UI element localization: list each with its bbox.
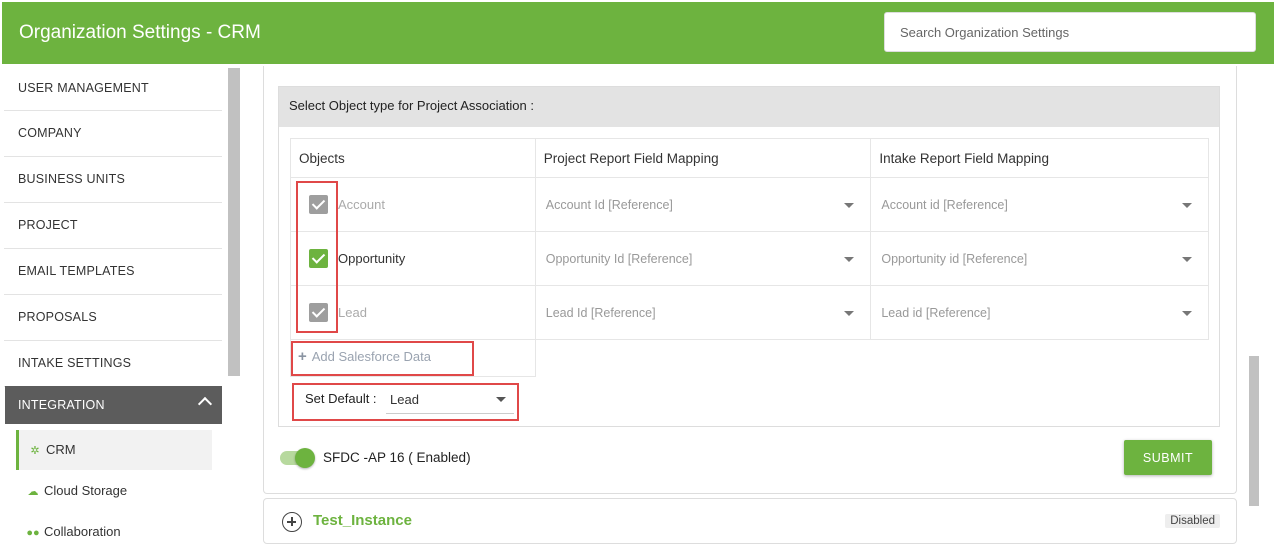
- intake-mapping-select[interactable]: Opportunity id [Reference]: [870, 231, 1209, 286]
- intake-mapping-select[interactable]: Lead id [Reference]: [870, 285, 1209, 340]
- sidebar-item-label: INTEGRATION: [18, 398, 105, 412]
- gears-icon: ✲: [30, 445, 40, 457]
- caret-down-icon: [844, 257, 855, 262]
- sidebar: USER MANAGEMENT COMPANY BUSINESS UNITS P…: [4, 66, 228, 547]
- sidebar-subitem-cloud-storage[interactable]: ☁ Cloud Storage: [16, 471, 212, 511]
- sidebar-item-email-templates[interactable]: EMAIL TEMPLATES: [4, 249, 222, 295]
- table-row: Account Account Id [Reference] Account i…: [290, 177, 1209, 232]
- select-value: Lead id [Reference]: [881, 306, 991, 320]
- object-mapping-table: Objects Project Report Field Mapping Int…: [290, 138, 1209, 340]
- instance-enabled-toggle[interactable]: [280, 448, 315, 468]
- toggle-knob: [295, 448, 315, 468]
- submit-button[interactable]: SUBMIT: [1124, 440, 1212, 475]
- select-value: Opportunity id [Reference]: [881, 252, 1028, 266]
- instance-status-label: SFDC -AP 16 ( Enabled): [323, 450, 471, 465]
- sidebar-scrollbar[interactable]: [228, 68, 240, 376]
- sidebar-item-user-management[interactable]: USER MANAGEMENT: [4, 66, 222, 111]
- highlight-set-default: [292, 383, 519, 421]
- sidebar-item-company[interactable]: COMPANY: [4, 111, 222, 157]
- project-mapping-select[interactable]: Lead Id [Reference]: [534, 285, 872, 340]
- sidebar-subitem-label: CRM: [46, 442, 76, 457]
- instance-row[interactable]: Test_Instance Disabled: [263, 498, 1237, 544]
- column-header-intake-mapping: Intake Report Field Mapping: [870, 138, 1209, 178]
- caret-down-icon: [844, 311, 855, 316]
- sidebar-item-project[interactable]: PROJECT: [4, 203, 222, 249]
- select-value: Account id [Reference]: [881, 198, 1008, 212]
- status-badge: Disabled: [1165, 514, 1220, 528]
- page-title: Organization Settings - CRM: [19, 22, 261, 43]
- table-header-row: Objects Project Report Field Mapping Int…: [290, 138, 1209, 178]
- association-heading: Select Object type for Project Associati…: [279, 87, 1219, 127]
- select-value: Lead Id [Reference]: [545, 306, 656, 320]
- chevron-up-icon[interactable]: [197, 396, 213, 412]
- sidebar-item-intake-settings[interactable]: INTAKE SETTINGS: [4, 341, 222, 387]
- cloud-icon: ☁: [27, 486, 39, 498]
- project-mapping-select[interactable]: Account Id [Reference]: [534, 177, 872, 232]
- object-label: Opportunity: [338, 251, 406, 266]
- sidebar-item-integration[interactable]: INTEGRATION: [5, 386, 222, 424]
- users-icon: ●●: [26, 527, 40, 539]
- caret-down-icon: [1182, 311, 1192, 316]
- select-value: Opportunity Id [Reference]: [545, 252, 693, 266]
- sidebar-subitem-crm[interactable]: ✲ CRM: [16, 430, 212, 470]
- object-label: Account: [338, 197, 385, 212]
- column-header-project-mapping: Project Report Field Mapping: [534, 138, 872, 178]
- sidebar-subitem-label: Cloud Storage: [44, 483, 128, 498]
- sidebar-subitem-collaboration[interactable]: ●● Collaboration: [16, 512, 212, 547]
- object-label: Lead: [338, 305, 367, 320]
- sidebar-item-business-units[interactable]: BUSINESS UNITS: [4, 157, 222, 203]
- sidebar-subitem-label: Collaboration: [44, 524, 121, 539]
- intake-mapping-select[interactable]: Account id [Reference]: [870, 177, 1209, 232]
- table-row: Opportunity Opportunity Id [Reference] O…: [290, 231, 1209, 286]
- caret-down-icon: [1182, 203, 1192, 208]
- instance-name: Test_Instance: [313, 512, 412, 529]
- select-value: Account Id [Reference]: [545, 198, 673, 212]
- sidebar-item-proposals[interactable]: PROPOSALS: [4, 295, 222, 341]
- highlight-checkboxes: [296, 181, 338, 333]
- main-scrollbar[interactable]: [1249, 356, 1259, 506]
- caret-down-icon: [1182, 257, 1192, 262]
- column-header-objects: Objects: [290, 138, 536, 178]
- search-input[interactable]: [884, 12, 1256, 52]
- expand-plus-icon[interactable]: [282, 512, 302, 532]
- caret-down-icon: [844, 203, 855, 208]
- table-row: Lead Lead Id [Reference] Lead id [Refere…: [290, 285, 1209, 340]
- highlight-add-data: [291, 341, 474, 376]
- project-mapping-select[interactable]: Opportunity Id [Reference]: [534, 231, 872, 286]
